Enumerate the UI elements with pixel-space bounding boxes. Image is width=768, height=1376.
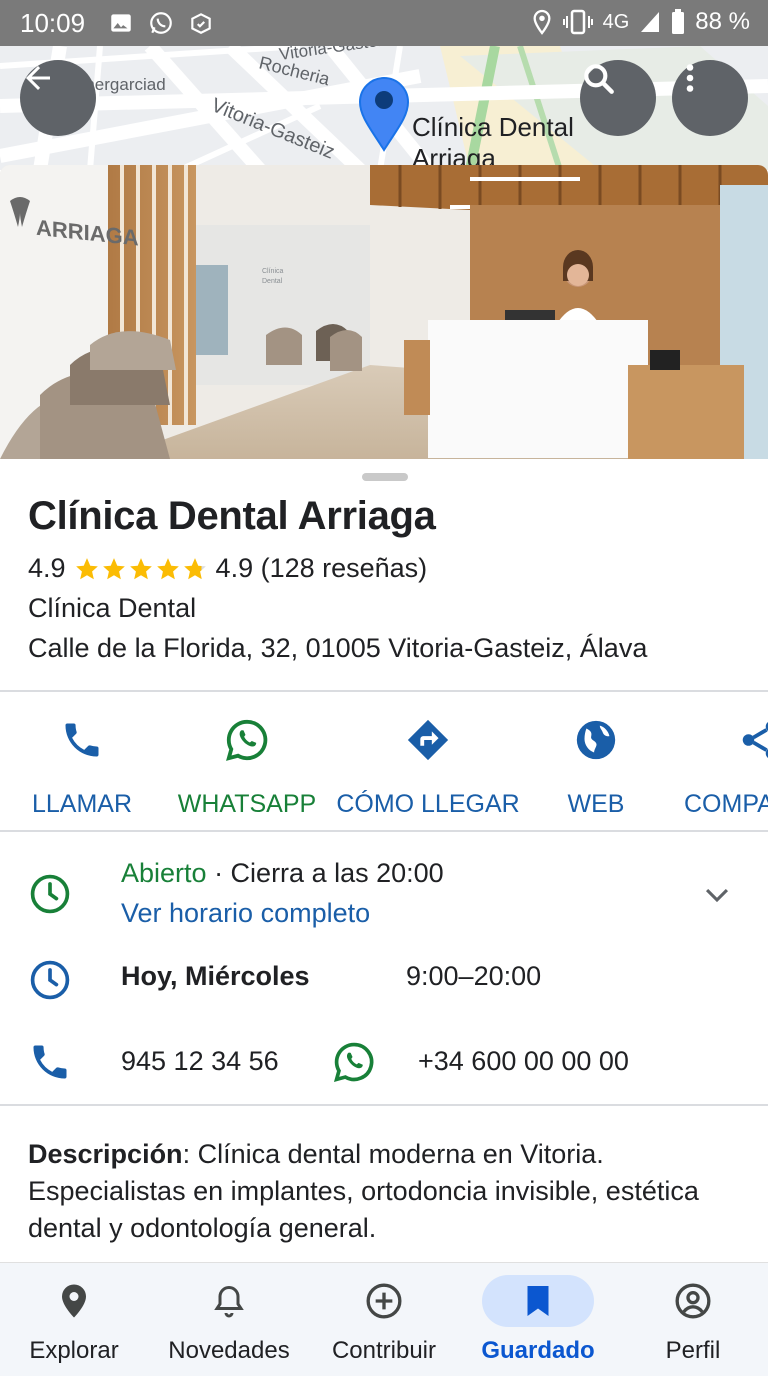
location-status-icon	[533, 9, 551, 35]
star-icon	[102, 557, 125, 579]
map-pin-label-line1: Clínica Dental	[412, 112, 574, 142]
place-description: Descripción: Clínica dental moderna en V…	[28, 1136, 748, 1247]
rating-value: 4.9	[28, 553, 66, 583]
directions-action-button[interactable]: CÓMO LLEGAR	[336, 716, 520, 819]
nav-contribute-label: Contribuir	[331, 1337, 437, 1364]
open-status-label: Abierto	[121, 858, 207, 888]
battery-level: 88 %	[695, 8, 750, 35]
svg-text:Clínica: Clínica	[262, 268, 284, 275]
bell-icon	[173, 1275, 285, 1327]
star-half-icon	[183, 557, 206, 579]
star-rating	[74, 556, 208, 582]
nav-explore[interactable]: Explorar	[4, 1275, 144, 1365]
place-photo[interactable]: Clínica Dental ARRIAGA	[0, 165, 768, 459]
whatsapp-icon	[223, 716, 271, 764]
globe-icon	[572, 716, 620, 764]
signal-icon	[641, 12, 660, 32]
account-circle-icon	[637, 1275, 749, 1327]
nav-profile-label: Perfil	[665, 1337, 721, 1364]
nav-contribute[interactable]: Contribuir	[314, 1275, 454, 1365]
place-address[interactable]: Calle de la Florida, 32, 01005 Vitoria-G…	[28, 633, 647, 664]
divider	[0, 830, 768, 832]
today-label: Hoy, Miércoles	[121, 961, 310, 991]
nav-profile[interactable]: Perfil	[623, 1275, 763, 1365]
clock-icon	[30, 960, 70, 1000]
search-button[interactable]	[580, 60, 656, 136]
nav-explore-label: Explorar	[29, 1337, 119, 1364]
place-title: Clínica Dental Arriaga	[28, 494, 436, 538]
chevron-down-icon[interactable]	[700, 878, 734, 912]
call-action-button[interactable]: LLAMAR	[30, 716, 134, 819]
star-icon	[156, 557, 179, 579]
back-button[interactable]	[20, 60, 96, 136]
whatsapp-action-button[interactable]: WHATSAPP	[176, 716, 318, 819]
share-action-button[interactable]: COMPA	[684, 716, 768, 819]
star-icon	[75, 557, 98, 579]
whatsapp-icon	[333, 1042, 374, 1083]
call-label: LLAMAR	[31, 790, 133, 818]
clinic-interior-image: ClínicaDental ARRIAGA	[0, 165, 768, 459]
phone-icon	[58, 716, 106, 764]
network-type: 4G	[602, 10, 630, 33]
nav-saved[interactable]: Guardado	[468, 1275, 608, 1365]
arrow-back-icon	[26, 66, 50, 90]
divider	[0, 1104, 768, 1106]
full-schedule-link[interactable]: Ver horario completo	[121, 898, 370, 929]
clock-icon	[30, 874, 70, 914]
location-pin-icon	[18, 1275, 130, 1327]
map-pin-label: Clínica Dental Arriaga	[412, 112, 574, 170]
nav-updates[interactable]: Novedades	[159, 1275, 299, 1365]
whatsapp-status-icon	[150, 12, 172, 34]
phone-number[interactable]: 945 12 34 56	[121, 1046, 279, 1077]
nav-updates-label: Novedades	[168, 1337, 290, 1364]
map-preview[interactable]: Vitoria-Gasteiz Rocheria Energarciad Vit…	[0, 46, 768, 170]
website-label: WEB	[567, 790, 625, 818]
bottom-sheet-handle[interactable]	[362, 473, 408, 481]
add-circle-icon	[328, 1275, 440, 1327]
share-icon	[736, 716, 768, 764]
box-icon	[191, 13, 211, 34]
share-label: COMPA	[684, 790, 768, 818]
website-action-button[interactable]: WEB	[560, 716, 632, 819]
today-hours: 9:00–20:00	[406, 961, 542, 991]
svg-text:Dental: Dental	[262, 278, 283, 285]
bottom-navigation: Explorar Novedades Contribuir Guardado P…	[0, 1262, 768, 1376]
rating-row[interactable]: 4.9 4.9 (128 reseñas)	[28, 553, 427, 584]
vibrate-icon	[562, 9, 593, 35]
status-time: 10:09	[20, 8, 86, 38]
search-icon	[584, 64, 614, 94]
rating-summary: 4.9 (128 reseñas)	[215, 553, 428, 583]
bookmark-icon	[482, 1275, 594, 1327]
battery-icon	[672, 9, 685, 34]
phone-icon	[33, 1045, 67, 1079]
opening-status[interactable]: Abierto · Cierra a las 20:00	[121, 858, 444, 889]
closing-time: · Cierra a las 20:00	[206, 858, 444, 888]
notification-icons	[108, 10, 214, 36]
whatsapp-number[interactable]: +34 600 00 00 00	[418, 1046, 629, 1077]
directions-icon	[404, 716, 452, 764]
status-right: 4G 88 %	[531, 8, 750, 36]
nav-saved-label: Guardado	[481, 1337, 595, 1364]
more-options-button[interactable]	[672, 60, 748, 136]
description-label: Descripción	[28, 1139, 183, 1169]
star-icon	[129, 557, 152, 579]
place-category: Clínica Dental	[28, 593, 197, 623]
status-bar: 10:09 4G 88 %	[0, 0, 768, 46]
directions-label: CÓMO LLEGAR	[336, 790, 520, 818]
divider	[0, 690, 768, 692]
more-vert-icon	[686, 64, 694, 92]
gallery-icon	[111, 14, 131, 32]
whatsapp-label: WHATSAPP	[177, 790, 317, 818]
